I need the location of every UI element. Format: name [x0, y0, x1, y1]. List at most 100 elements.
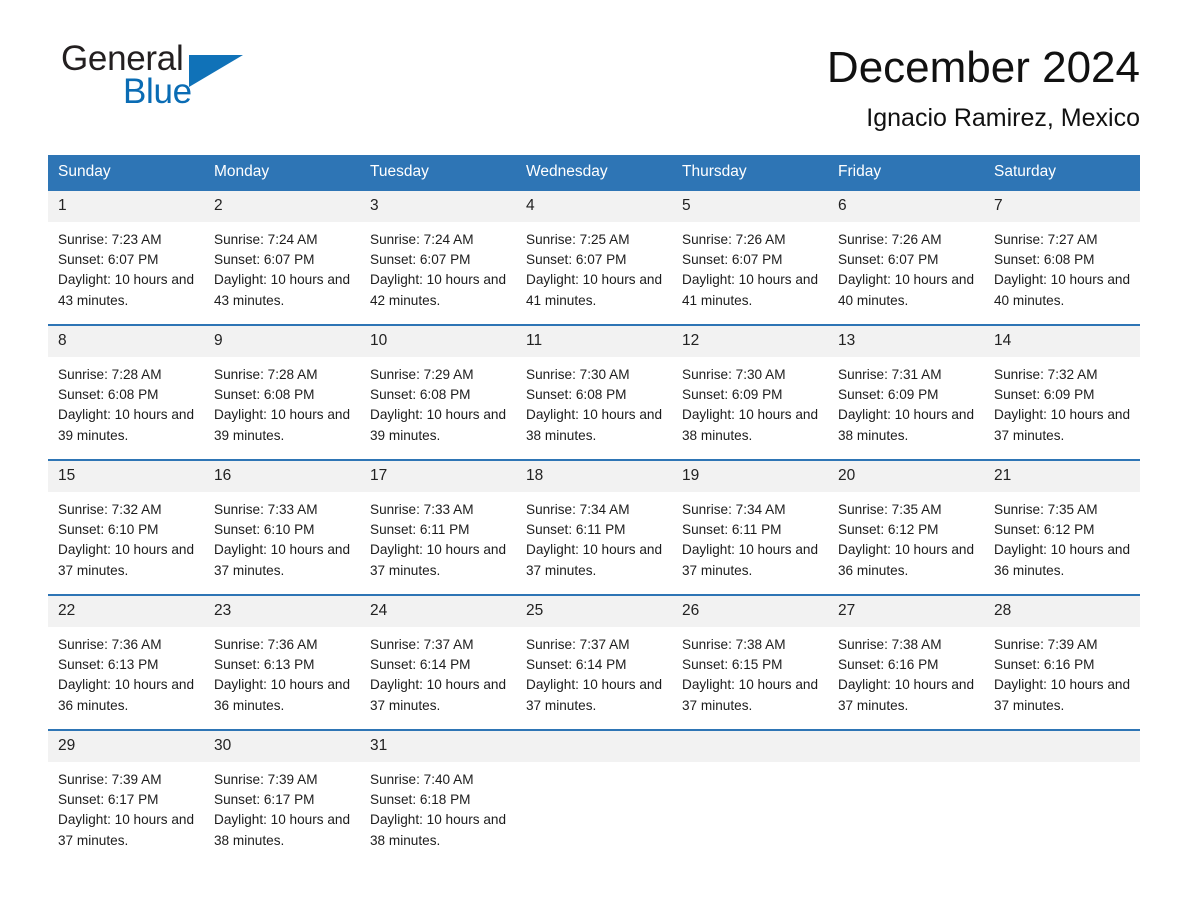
sunset-text: Sunset: 6:17 PM	[58, 792, 159, 808]
calendar-day-cell[interactable]: 15 Sunrise: 7:32 AM Sunset: 6:10 PM Dayligh…	[48, 459, 204, 594]
calendar-day-cell[interactable]: 28 Sunrise: 7:39 AM Sunset: 6:16 PM Dayligh…	[984, 594, 1140, 729]
day-cell-inner: 24 Sunrise: 7:37 AM Sunset: 6:14 PM Dayligh…	[360, 594, 516, 727]
daylight-text: Daylight: 10 hours and 43 minutes.	[58, 272, 195, 308]
calendar-day-cell[interactable]: 1 Sunrise: 7:23 AM Sunset: 6:07 PM Daylight…	[48, 189, 204, 324]
calendar-week-row: 29 Sunrise: 7:39 AM Sunset: 6:17 PM Dayligh…	[48, 729, 1140, 864]
sunset-text: Sunset: 6:13 PM	[214, 657, 315, 673]
day-number: 14	[984, 326, 1140, 357]
calendar-day-cell[interactable]: 9 Sunrise: 7:28 AM Sunset: 6:08 PM Daylight…	[204, 324, 360, 459]
calendar-day-cell[interactable]: 21 Sunrise: 7:35 AM Sunset: 6:12 PM Dayligh…	[984, 459, 1140, 594]
day-sun-info: Sunrise: 7:34 AM Sunset: 6:11 PM Daylight:…	[672, 492, 828, 581]
daylight-text: Daylight: 10 hours and 37 minutes.	[526, 677, 663, 713]
day-sun-info: Sunrise: 7:39 AM Sunset: 6:17 PM Daylight:…	[204, 762, 360, 851]
sunrise-text: Sunrise: 7:26 AM	[838, 232, 942, 247]
calendar-day-cell[interactable]: 26 Sunrise: 7:38 AM Sunset: 6:15 PM Dayligh…	[672, 594, 828, 729]
day-number: 5	[672, 191, 828, 222]
daylight-text: Daylight: 10 hours and 37 minutes.	[682, 677, 819, 713]
general-blue-logo[interactable]: General Blue	[48, 40, 248, 118]
calendar-week-row: 15 Sunrise: 7:32 AM Sunset: 6:10 PM Dayligh…	[48, 459, 1140, 594]
day-sun-info: Sunrise: 7:32 AM Sunset: 6:10 PM Daylight:…	[48, 492, 204, 581]
sunset-text: Sunset: 6:16 PM	[994, 657, 1095, 673]
sunrise-text: Sunrise: 7:38 AM	[838, 637, 942, 652]
sunrise-text: Sunrise: 7:40 AM	[370, 772, 474, 787]
day-sun-info: Sunrise: 7:32 AM Sunset: 6:09 PM Daylight:…	[984, 357, 1140, 446]
calendar-day-cell[interactable]: 30 Sunrise: 7:39 AM Sunset: 6:17 PM Dayligh…	[204, 729, 360, 864]
daylight-text: Daylight: 10 hours and 38 minutes.	[526, 407, 663, 443]
day-cell-inner: 12 Sunrise: 7:30 AM Sunset: 6:09 PM Dayligh…	[672, 324, 828, 457]
calendar-day-cell[interactable]: 5 Sunrise: 7:26 AM Sunset: 6:07 PM Daylight…	[672, 189, 828, 324]
calendar-day-cell[interactable]: 19 Sunrise: 7:34 AM Sunset: 6:11 PM Dayligh…	[672, 459, 828, 594]
calendar-day-cell[interactable]: 22 Sunrise: 7:36 AM Sunset: 6:13 PM Dayligh…	[48, 594, 204, 729]
calendar-day-cell[interactable]: 13 Sunrise: 7:31 AM Sunset: 6:09 PM Dayligh…	[828, 324, 984, 459]
sunrise-text: Sunrise: 7:38 AM	[682, 637, 786, 652]
calendar-day-cell[interactable]: 20 Sunrise: 7:35 AM Sunset: 6:12 PM Dayligh…	[828, 459, 984, 594]
calendar-day-cell[interactable]: 3 Sunrise: 7:24 AM Sunset: 6:07 PM Daylight…	[360, 189, 516, 324]
day-sun-info: Sunrise: 7:35 AM Sunset: 6:12 PM Daylight:…	[984, 492, 1140, 581]
sunset-text: Sunset: 6:08 PM	[994, 252, 1095, 268]
calendar-day-cell[interactable]: 27 Sunrise: 7:38 AM Sunset: 6:16 PM Dayligh…	[828, 594, 984, 729]
daylight-text: Daylight: 10 hours and 41 minutes.	[526, 272, 663, 308]
day-sun-info: Sunrise: 7:38 AM Sunset: 6:15 PM Daylight:…	[672, 627, 828, 716]
calendar-day-cell[interactable]: 14 Sunrise: 7:32 AM Sunset: 6:09 PM Dayligh…	[984, 324, 1140, 459]
day-cell-inner: 19 Sunrise: 7:34 AM Sunset: 6:11 PM Dayligh…	[672, 459, 828, 592]
calendar-day-cell[interactable]: 10 Sunrise: 7:29 AM Sunset: 6:08 PM Dayligh…	[360, 324, 516, 459]
calendar-day-cell[interactable]: 12 Sunrise: 7:30 AM Sunset: 6:09 PM Dayligh…	[672, 324, 828, 459]
calendar-day-cell[interactable]: 17 Sunrise: 7:33 AM Sunset: 6:11 PM Dayligh…	[360, 459, 516, 594]
calendar-day-cell-empty	[672, 729, 828, 864]
day-number: 8	[48, 326, 204, 357]
day-cell-inner: 16 Sunrise: 7:33 AM Sunset: 6:10 PM Dayligh…	[204, 459, 360, 592]
daylight-text: Daylight: 10 hours and 37 minutes.	[994, 407, 1131, 443]
calendar-day-cell[interactable]: 29 Sunrise: 7:39 AM Sunset: 6:17 PM Dayligh…	[48, 729, 204, 864]
daylight-text: Daylight: 10 hours and 43 minutes.	[214, 272, 351, 308]
page-header: General Blue December 2024 Ignacio Ramir…	[48, 0, 1140, 133]
sunset-text: Sunset: 6:14 PM	[370, 657, 471, 673]
calendar-day-cell[interactable]: 8 Sunrise: 7:28 AM Sunset: 6:08 PM Daylight…	[48, 324, 204, 459]
day-cell-inner: 27 Sunrise: 7:38 AM Sunset: 6:16 PM Dayligh…	[828, 594, 984, 727]
daylight-text: Daylight: 10 hours and 36 minutes.	[58, 677, 195, 713]
calendar-day-cell[interactable]: 11 Sunrise: 7:30 AM Sunset: 6:08 PM Dayligh…	[516, 324, 672, 459]
calendar-day-cell[interactable]: 25 Sunrise: 7:37 AM Sunset: 6:14 PM Dayligh…	[516, 594, 672, 729]
sunrise-text: Sunrise: 7:30 AM	[682, 367, 786, 382]
daylight-text: Daylight: 10 hours and 39 minutes.	[370, 407, 507, 443]
daylight-text: Daylight: 10 hours and 38 minutes.	[370, 812, 507, 848]
sunset-text: Sunset: 6:13 PM	[58, 657, 159, 673]
sunrise-text: Sunrise: 7:28 AM	[58, 367, 162, 382]
sunset-text: Sunset: 6:11 PM	[526, 522, 626, 538]
day-cell-inner: 29 Sunrise: 7:39 AM Sunset: 6:17 PM Dayligh…	[48, 729, 204, 862]
calendar-day-cell[interactable]: 24 Sunrise: 7:37 AM Sunset: 6:14 PM Dayligh…	[360, 594, 516, 729]
day-number: 12	[672, 326, 828, 357]
calendar-day-cell-empty	[516, 729, 672, 864]
calendar-day-cell[interactable]: 4 Sunrise: 7:25 AM Sunset: 6:07 PM Daylight…	[516, 189, 672, 324]
calendar-day-cell[interactable]: 18 Sunrise: 7:34 AM Sunset: 6:11 PM Dayligh…	[516, 459, 672, 594]
sunrise-text: Sunrise: 7:37 AM	[526, 637, 630, 652]
calendar-day-cell[interactable]: 23 Sunrise: 7:36 AM Sunset: 6:13 PM Dayligh…	[204, 594, 360, 729]
sunrise-text: Sunrise: 7:32 AM	[58, 502, 162, 517]
sunrise-text: Sunrise: 7:33 AM	[370, 502, 474, 517]
day-number	[516, 731, 672, 762]
day-cell-inner: 9 Sunrise: 7:28 AM Sunset: 6:08 PM Daylight…	[204, 324, 360, 457]
sunset-text: Sunset: 6:07 PM	[370, 252, 471, 268]
day-cell-inner	[828, 729, 984, 862]
calendar-body: 1 Sunrise: 7:23 AM Sunset: 6:07 PM Daylight…	[48, 189, 1140, 864]
day-sun-info: Sunrise: 7:29 AM Sunset: 6:08 PM Daylight:…	[360, 357, 516, 446]
day-number: 11	[516, 326, 672, 357]
sunrise-text: Sunrise: 7:37 AM	[370, 637, 474, 652]
day-sun-info: Sunrise: 7:28 AM Sunset: 6:08 PM Daylight:…	[48, 357, 204, 446]
sunset-text: Sunset: 6:15 PM	[682, 657, 783, 673]
daylight-text: Daylight: 10 hours and 40 minutes.	[838, 272, 975, 308]
day-number: 22	[48, 596, 204, 627]
calendar-day-cell[interactable]: 16 Sunrise: 7:33 AM Sunset: 6:10 PM Dayligh…	[204, 459, 360, 594]
calendar-day-cell-empty	[984, 729, 1140, 864]
calendar-day-cell[interactable]: 6 Sunrise: 7:26 AM Sunset: 6:07 PM Daylight…	[828, 189, 984, 324]
sunset-text: Sunset: 6:18 PM	[370, 792, 471, 808]
sunrise-text: Sunrise: 7:25 AM	[526, 232, 630, 247]
calendar-day-cell[interactable]: 2 Sunrise: 7:24 AM Sunset: 6:07 PM Daylight…	[204, 189, 360, 324]
calendar-day-cell[interactable]: 7 Sunrise: 7:27 AM Sunset: 6:08 PM Daylight…	[984, 189, 1140, 324]
sunrise-text: Sunrise: 7:35 AM	[838, 502, 942, 517]
day-cell-inner: 18 Sunrise: 7:34 AM Sunset: 6:11 PM Dayligh…	[516, 459, 672, 592]
sunrise-text: Sunrise: 7:27 AM	[994, 232, 1098, 247]
sunrise-text: Sunrise: 7:39 AM	[214, 772, 318, 787]
day-cell-inner: 11 Sunrise: 7:30 AM Sunset: 6:08 PM Dayligh…	[516, 324, 672, 457]
day-sun-info: Sunrise: 7:23 AM Sunset: 6:07 PM Daylight:…	[48, 222, 204, 311]
calendar-day-cell[interactable]: 31 Sunrise: 7:40 AM Sunset: 6:18 PM Dayligh…	[360, 729, 516, 864]
